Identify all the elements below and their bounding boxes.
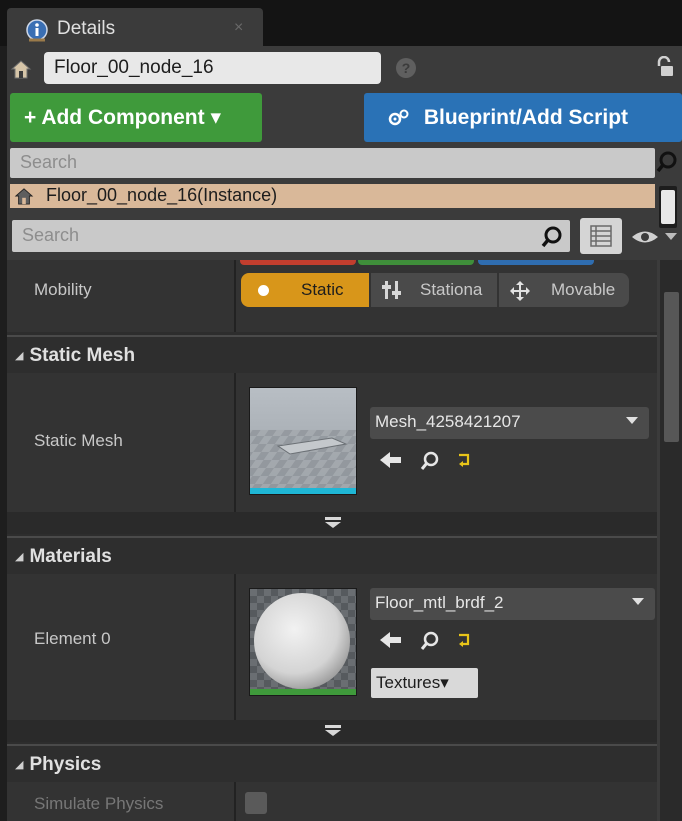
- mobility-movable-button[interactable]: Movable: [499, 273, 629, 307]
- section-title: Physics: [29, 754, 102, 775]
- mobility-movable-label: Movable: [551, 280, 616, 299]
- reset-to-default-icon[interactable]: [456, 632, 472, 648]
- section-static-mesh[interactable]: ◢ Static Mesh: [7, 335, 657, 373]
- search-icon[interactable]: [540, 225, 564, 249]
- mobility-stationary-label: Stationa: [420, 280, 483, 299]
- axis-color-blue: [478, 260, 594, 265]
- column-divider: [234, 574, 236, 720]
- actor-home-icon: [10, 58, 32, 80]
- eye-icon[interactable]: [630, 229, 660, 245]
- column-divider: [234, 260, 236, 332]
- static-mesh-thumbnail[interactable]: [249, 387, 357, 495]
- simulate-physics-label: Simulate Physics: [34, 794, 164, 813]
- column-divider: [234, 782, 236, 821]
- use-selected-arrow-icon[interactable]: [379, 450, 403, 470]
- help-icon[interactable]: ?: [396, 58, 416, 78]
- tab-label: Details: [57, 18, 116, 39]
- static-mesh-label: Static Mesh: [34, 431, 123, 450]
- reset-to-default-icon[interactable]: [456, 452, 472, 468]
- textures-button[interactable]: Textures▾: [371, 668, 478, 698]
- instance-label: Floor_00_node_16(Instance): [46, 185, 278, 205]
- details-tab-icon: [25, 18, 51, 44]
- section-title: Materials: [29, 546, 112, 567]
- textures-label: Textures: [376, 673, 441, 692]
- expand-triangle-icon: ◢: [15, 551, 24, 563]
- static-dot-icon: [258, 285, 269, 296]
- static-mesh-combo[interactable]: Mesh_4258421207: [370, 407, 649, 439]
- simulate-physics-checkbox[interactable]: [245, 792, 267, 814]
- chevron-down-icon: [625, 415, 639, 425]
- details-scroll-thumb[interactable]: [664, 292, 679, 442]
- use-selected-arrow-icon[interactable]: [379, 630, 403, 650]
- mobility-static-label: Static: [301, 280, 344, 299]
- mobility-label: Mobility: [34, 280, 92, 299]
- material-thumbnail[interactable]: [249, 588, 357, 696]
- chevron-down-icon: [631, 596, 645, 606]
- mobility-stationary-button[interactable]: Stationa: [371, 273, 497, 307]
- search-icon[interactable]: [655, 150, 679, 174]
- actor-home-icon: [14, 187, 34, 205]
- stationary-icon: [381, 280, 405, 300]
- static-mesh-asset-name: Mesh_4258421207: [375, 412, 521, 431]
- expand-down-icon[interactable]: [323, 516, 343, 529]
- details-search-input[interactable]: Search: [12, 220, 570, 252]
- browse-search-icon[interactable]: [419, 450, 441, 472]
- section-physics[interactable]: ◢ Physics: [7, 744, 657, 782]
- section-materials[interactable]: ◢ Materials: [7, 536, 657, 574]
- chevron-down-icon: ▾: [440, 673, 449, 692]
- component-search-input[interactable]: Search: [10, 148, 655, 178]
- expand-triangle-icon: ◢: [15, 759, 24, 771]
- blueprint-add-script-button[interactable]: Blueprint/Add Script: [364, 93, 682, 142]
- close-tab-icon[interactable]: ×: [234, 19, 243, 37]
- chevron-down-icon: ▾: [210, 106, 222, 129]
- actor-name-field[interactable]: Floor_00_node_16: [44, 52, 381, 84]
- add-component-label: + Add Component: [24, 106, 205, 129]
- chevron-down-icon[interactable]: [664, 232, 678, 242]
- material-asset-name: Floor_mtl_brdf_2: [375, 593, 504, 612]
- add-component-button[interactable]: + Add Component ▾: [10, 93, 262, 142]
- element-0-label: Element 0: [34, 629, 111, 648]
- gears-icon: [388, 109, 410, 127]
- expand-down-icon[interactable]: [323, 724, 343, 737]
- component-instance-row[interactable]: Floor_00_node_16(Instance): [10, 184, 655, 208]
- axis-color-green: [358, 260, 474, 265]
- lock-icon[interactable]: [654, 56, 674, 78]
- component-tree-scroll-thumb[interactable]: [661, 190, 675, 224]
- mobility-static-button[interactable]: Static: [241, 273, 369, 307]
- browse-search-icon[interactable]: [419, 630, 441, 652]
- move-arrows-icon: [509, 280, 531, 302]
- column-divider: [234, 373, 236, 512]
- material-combo[interactable]: Floor_mtl_brdf_2: [370, 588, 655, 620]
- expand-triangle-icon: ◢: [15, 350, 24, 362]
- section-title: Static Mesh: [29, 345, 136, 366]
- property-matrix-button[interactable]: [580, 218, 622, 254]
- axis-color-red: [240, 260, 356, 265]
- tab-details[interactable]: Details ×: [7, 8, 263, 46]
- blueprint-label: Blueprint/Add Script: [423, 106, 629, 129]
